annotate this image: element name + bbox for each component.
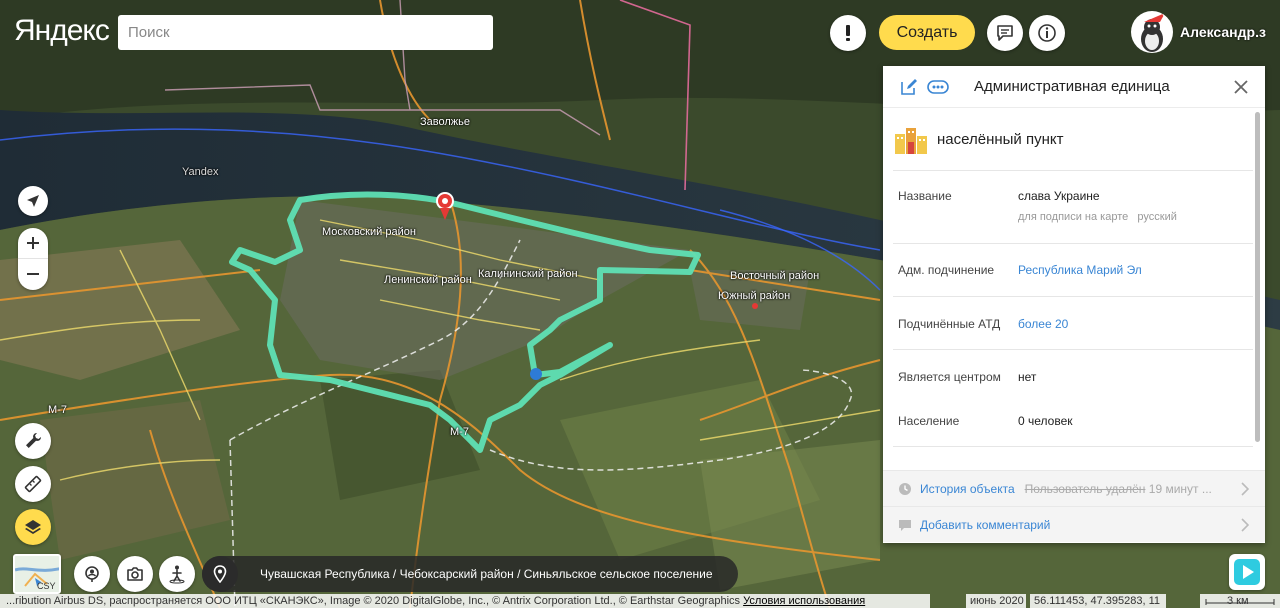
name-language: русский bbox=[1137, 211, 1177, 223]
cursor-coordinates: 56.111453, 47.395283, 11 bbox=[1030, 594, 1166, 608]
divider bbox=[893, 170, 1253, 171]
layers-button[interactable] bbox=[15, 509, 51, 545]
history-info: Пользователь удалён 19 минут ... bbox=[1025, 482, 1212, 496]
history-link[interactable]: История объекта bbox=[920, 482, 1015, 496]
map-label-moskovsky: Московский район bbox=[322, 226, 416, 238]
scale-label: 3 км bbox=[1227, 595, 1249, 607]
create-button[interactable]: Создать bbox=[879, 15, 975, 50]
breadcrumb-pin[interactable] bbox=[202, 556, 238, 592]
imagery-date: июнь 2020 bbox=[966, 594, 1026, 608]
map-label-yuzhny: Южный район bbox=[718, 290, 791, 302]
subordinate-link[interactable]: более 20 bbox=[1018, 317, 1068, 331]
breadcrumb[interactable]: Чувашская Республика / Чебоксарский райо… bbox=[202, 556, 738, 592]
camera-icon bbox=[127, 567, 143, 581]
pedestrian-icon bbox=[169, 565, 185, 584]
settlement-icon bbox=[895, 128, 927, 154]
subordination-label: Адм. подчинение bbox=[898, 263, 995, 277]
zoom-in-button[interactable] bbox=[18, 228, 48, 258]
present-button[interactable] bbox=[1229, 554, 1265, 590]
edit-icon bbox=[901, 79, 917, 95]
penguin-avatar-icon bbox=[1141, 11, 1168, 52]
minus-icon bbox=[27, 272, 39, 275]
edit-button[interactable] bbox=[899, 77, 919, 97]
avatar[interactable] bbox=[1131, 11, 1173, 53]
messages-button[interactable] bbox=[987, 15, 1023, 51]
search-input[interactable] bbox=[118, 15, 493, 50]
divider bbox=[893, 349, 1253, 350]
exclamation-icon bbox=[846, 25, 850, 41]
chevron-right-icon bbox=[1241, 482, 1249, 496]
terms-link[interactable]: Условия использования bbox=[743, 595, 865, 607]
comment-icon bbox=[899, 519, 911, 531]
name-hint-text: для подписи на карте bbox=[1018, 211, 1129, 223]
copyright-text: ...ribution Airbus DS, распространяется … bbox=[6, 595, 741, 607]
population-label: Население bbox=[898, 414, 960, 428]
report-error-button[interactable] bbox=[830, 15, 866, 51]
yandex-logo[interactable]: Яндекс bbox=[14, 14, 110, 48]
minimap[interactable]: CSY bbox=[13, 554, 61, 594]
divider bbox=[893, 446, 1253, 447]
comment-row[interactable]: Добавить комментарий bbox=[883, 506, 1265, 542]
object-type: населённый пункт bbox=[895, 124, 1063, 154]
chat-icon bbox=[997, 25, 1013, 41]
more-button[interactable] bbox=[927, 77, 949, 97]
object-type-label: населённый пункт bbox=[937, 130, 1064, 148]
copyright: ...ribution Airbus DS, распространяется … bbox=[0, 594, 930, 608]
geolocation-control[interactable] bbox=[18, 186, 48, 216]
chevron-right-icon bbox=[1241, 518, 1249, 532]
breadcrumb-path: Чувашская Республика / Чебоксарский райо… bbox=[260, 567, 713, 581]
divider bbox=[893, 243, 1253, 244]
wrench-icon bbox=[26, 433, 41, 448]
history-time: 19 минут ... bbox=[1148, 481, 1212, 496]
map-label-vostochny: Восточный район bbox=[730, 270, 820, 282]
map-label-leninsky: Ленинский район bbox=[384, 274, 472, 286]
subordinate-label: Подчинённые АТД bbox=[898, 317, 1001, 331]
clock-icon bbox=[899, 482, 911, 495]
tools-button[interactable] bbox=[15, 423, 51, 459]
scale-bar: 3 км bbox=[1200, 594, 1280, 608]
minimap-label: CSY bbox=[37, 581, 56, 591]
user-name[interactable]: Александр.з bbox=[1180, 24, 1266, 40]
subordination-link[interactable]: Республика Марий Эл bbox=[1018, 263, 1142, 277]
map-label-watermark: Yandex bbox=[182, 166, 219, 178]
map-label-m7: М-7 bbox=[48, 404, 67, 416]
locate-me-button[interactable] bbox=[18, 186, 48, 216]
map-label-zavolzhye: Заволжье bbox=[420, 116, 470, 128]
map-label-kalininsky: Калининский район bbox=[478, 268, 578, 280]
history-user: Пользователь удалён bbox=[1024, 481, 1146, 496]
location-pin-icon bbox=[213, 565, 227, 583]
close-icon bbox=[1234, 80, 1248, 94]
photos-button[interactable] bbox=[117, 556, 153, 592]
ruler-icon bbox=[24, 475, 42, 493]
play-icon bbox=[1234, 559, 1260, 585]
panel-title: Административная единица bbox=[974, 78, 1170, 95]
panel-body: населённый пункт Название слава Украине … bbox=[883, 108, 1265, 470]
add-comment-link[interactable]: Добавить комментарий bbox=[920, 518, 1050, 532]
panorama-button[interactable] bbox=[74, 556, 110, 592]
map-label-m7-second: М-7 bbox=[450, 426, 469, 438]
info-button[interactable] bbox=[1029, 15, 1065, 51]
zoom-control bbox=[18, 228, 48, 290]
history-row[interactable]: История объекта Пользователь удалён 19 м… bbox=[883, 470, 1265, 506]
ruler-button[interactable] bbox=[15, 466, 51, 502]
pedestrian-button[interactable] bbox=[159, 556, 195, 592]
info-icon bbox=[1038, 24, 1056, 42]
name-label: Название bbox=[898, 189, 952, 203]
population-value: 0 человек bbox=[1018, 414, 1073, 428]
plus-icon bbox=[27, 237, 39, 249]
location-person-icon bbox=[85, 566, 99, 582]
divider bbox=[893, 296, 1253, 297]
more-dots-icon bbox=[927, 80, 949, 94]
name-hint: для подписи на карте русский bbox=[1018, 211, 1177, 223]
name-value: слава Украине bbox=[1018, 189, 1100, 203]
navigation-arrow-icon bbox=[27, 195, 39, 207]
object-panel: Административная единица населённый пунк… bbox=[883, 66, 1265, 543]
center-value: нет bbox=[1018, 370, 1037, 384]
center-label: Является центром bbox=[898, 370, 1001, 384]
panel-header: Административная единица bbox=[883, 66, 1265, 108]
layers-icon bbox=[25, 520, 41, 534]
close-button[interactable] bbox=[1231, 77, 1251, 97]
panel-scrollbar[interactable] bbox=[1255, 112, 1260, 442]
zoom-out-button[interactable] bbox=[18, 258, 48, 288]
